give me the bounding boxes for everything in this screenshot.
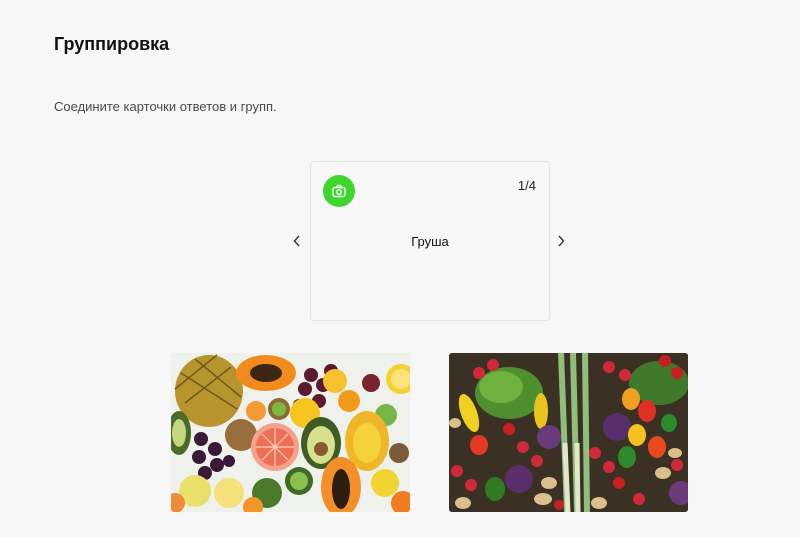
next-card-button[interactable]: [553, 232, 569, 250]
card-counter: 1/4: [517, 178, 536, 193]
camera-icon[interactable]: [323, 175, 355, 207]
chevron-left-icon: [293, 235, 300, 247]
card-text: Груша: [411, 234, 449, 249]
group-vegetables[interactable]: [449, 353, 688, 512]
vegetables-photo: [449, 353, 688, 512]
fruits-photo: [171, 353, 410, 512]
page-title: Группировка: [54, 34, 170, 54]
chevron-right-icon: [558, 235, 565, 247]
prev-card-button[interactable]: [289, 232, 305, 250]
group-fruits[interactable]: [171, 353, 410, 512]
instruction-text: Соедините карточки ответов и групп.: [54, 99, 277, 114]
answer-card[interactable]: 1/4 Груша: [310, 161, 550, 321]
